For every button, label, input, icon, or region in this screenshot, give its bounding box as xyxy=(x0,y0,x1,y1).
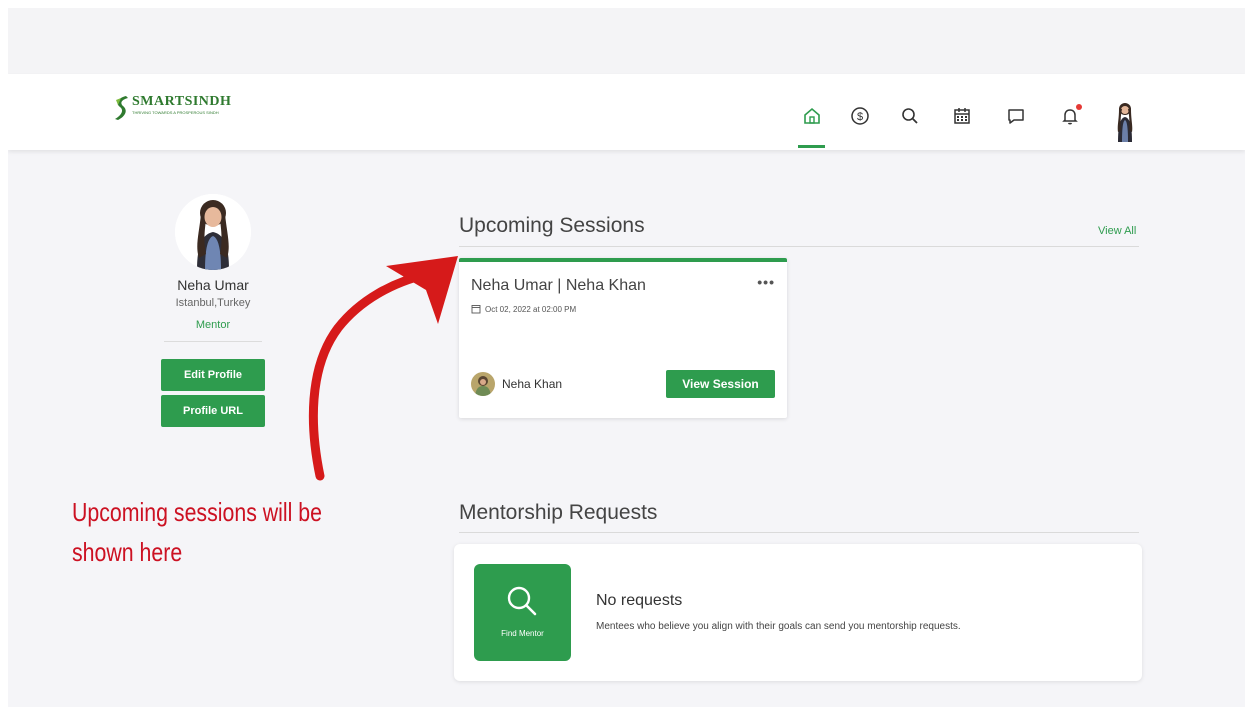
nav-notifications[interactable] xyxy=(1058,104,1082,128)
logo-mark-icon xyxy=(112,94,130,122)
nav-calendar[interactable] xyxy=(950,104,974,128)
nav-active-indicator xyxy=(798,145,825,148)
nav-search[interactable] xyxy=(898,104,922,128)
annotation-arrow-icon xyxy=(308,256,458,481)
session-date: Oct 02, 2022 at 02:00 PM xyxy=(471,304,576,314)
find-mentor-button[interactable]: Find Mentor xyxy=(474,564,571,661)
more-options-icon[interactable]: ••• xyxy=(757,274,775,290)
message-icon xyxy=(1008,109,1024,124)
search-icon xyxy=(507,586,537,616)
notification-dot xyxy=(1076,104,1082,110)
dollar-icon: $ xyxy=(851,107,869,125)
profile-name: Neha Umar xyxy=(177,277,249,293)
profile-avatar xyxy=(175,194,251,270)
mentee-name: Neha Khan xyxy=(502,377,563,391)
search-icon xyxy=(902,108,918,124)
svg-text:$: $ xyxy=(857,111,863,123)
calendar-icon xyxy=(471,305,481,314)
find-mentor-label: Find Mentor xyxy=(501,629,544,638)
profile-url-button[interactable]: Profile URL xyxy=(161,395,265,427)
session-title: Neha Umar | Neha Khan xyxy=(471,277,646,294)
no-requests-description: Mentees who believe you align with their… xyxy=(596,621,961,632)
requests-divider xyxy=(459,532,1139,533)
mentee-avatar xyxy=(471,372,495,396)
profile-divider xyxy=(164,341,262,342)
no-requests-title: No requests xyxy=(596,592,683,609)
logo-tagline: THRIVING TOWARDS A PROSPEROUS SINDH xyxy=(132,110,219,115)
nav-home[interactable] xyxy=(800,104,824,128)
session-date-text: Oct 02, 2022 at 02:00 PM xyxy=(485,304,577,314)
upcoming-divider xyxy=(459,246,1139,247)
mentorship-requests-title: Mentorship Requests xyxy=(459,501,658,524)
profile-panel: Neha Umar Istanbul,Turkey Mentor Edit Pr… xyxy=(148,194,278,427)
upcoming-sessions-title: Upcoming Sessions xyxy=(459,214,645,237)
session-card[interactable]: Neha Umar | Neha Khan ••• Oct 02, 2022 a… xyxy=(459,258,787,418)
top-navbar: SMARTSINDH THRIVING TOWARDS A PROSPEROUS… xyxy=(8,74,1245,150)
annotation-text: Upcoming sessions will be shown here xyxy=(72,497,323,567)
user-avatar[interactable] xyxy=(1110,100,1140,142)
logo-name: SMARTSINDH xyxy=(132,94,232,109)
profile-location: Istanbul,Turkey xyxy=(175,297,251,309)
profile-role: Mentor xyxy=(195,319,231,331)
calendar-icon xyxy=(954,108,970,124)
requests-card: Find Mentor No requests Mentees who beli… xyxy=(454,544,1142,681)
view-all-link[interactable]: View All xyxy=(1098,225,1136,237)
edit-profile-button[interactable]: Edit Profile xyxy=(161,359,265,391)
app-logo[interactable]: SMARTSINDH THRIVING TOWARDS A PROSPEROUS… xyxy=(112,94,231,122)
browser-top-strip xyxy=(8,8,1245,74)
view-session-button[interactable]: View Session xyxy=(666,370,775,398)
nav-messages[interactable] xyxy=(1004,104,1028,128)
nav-payments[interactable]: $ xyxy=(848,104,872,128)
session-mentee: Neha Khan xyxy=(471,372,562,396)
home-icon xyxy=(804,107,820,124)
app-frame: SMARTSINDH THRIVING TOWARDS A PROSPEROUS… xyxy=(8,8,1245,707)
